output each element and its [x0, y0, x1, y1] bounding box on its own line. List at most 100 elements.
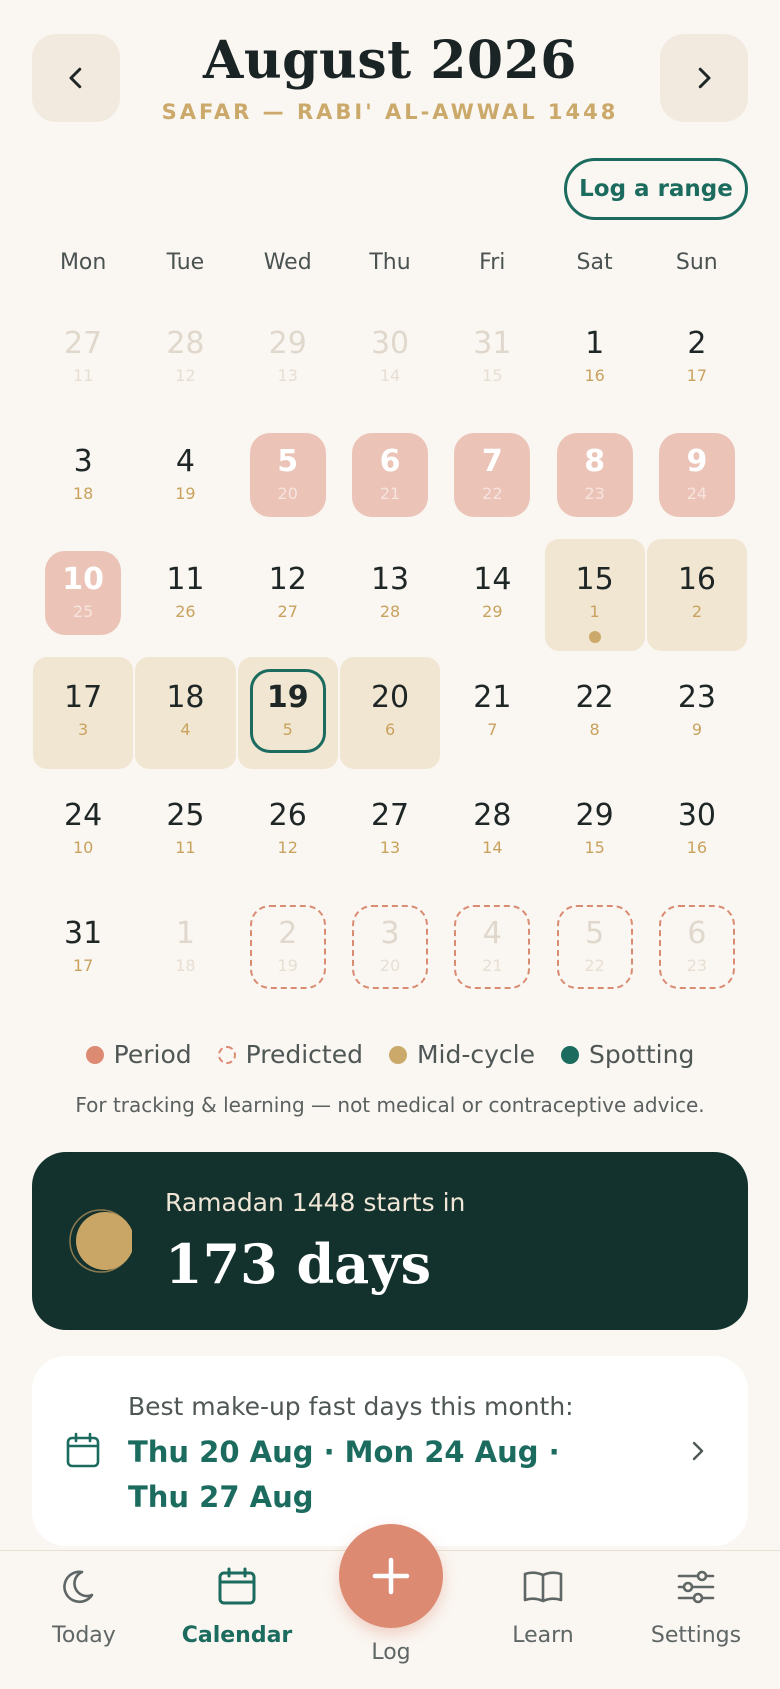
calendar-day[interactable]: 1 18 [134, 888, 236, 1006]
hijri-day-number: 28 [379, 602, 401, 621]
calendar-day[interactable]: 17 3 [32, 652, 134, 770]
calendar-day[interactable]: 5 20 [237, 416, 339, 534]
calendar-day[interactable]: 25 11 [134, 770, 236, 888]
day-number: 6 [687, 916, 707, 951]
hijri-day-number: 10 [72, 838, 94, 857]
day-chip: 14 29 [454, 551, 530, 635]
tab-calendar[interactable]: Calendar [172, 1565, 302, 1648]
calendar-day[interactable]: 14 29 [441, 534, 543, 652]
calendar-day[interactable]: 3 18 [32, 416, 134, 534]
calendar-day[interactable]: 30 16 [646, 770, 748, 888]
calendar-day[interactable]: 16 2 [646, 534, 748, 652]
tab-today[interactable]: Today [19, 1565, 149, 1648]
calendar-day[interactable]: 28 14 [441, 770, 543, 888]
calendar-day[interactable]: 15 1 [544, 534, 646, 652]
calendar-day[interactable]: 6 21 [339, 416, 441, 534]
hijri-day-number: 22 [482, 484, 503, 503]
calendar-day[interactable]: 23 9 [646, 652, 748, 770]
legend-item-predicted: Predicted [217, 1040, 363, 1069]
calendar-day[interactable]: 31 15 [441, 298, 543, 416]
day-number: 11 [166, 562, 205, 597]
hijri-day-number: 27 [277, 602, 298, 621]
day-number: 2 [687, 326, 707, 361]
calendar-day[interactable]: 12 27 [237, 534, 339, 652]
calendar-day[interactable]: 4 19 [134, 416, 236, 534]
day-chip: 15 1 [557, 551, 633, 643]
day-chip: 31 17 [45, 905, 121, 989]
calendar-day[interactable]: 217 [646, 298, 748, 416]
day-number: 24 [64, 798, 103, 833]
tab-settings[interactable]: Settings [631, 1565, 761, 1648]
day-number: 3 [380, 916, 400, 951]
weekday-label: Sat [576, 250, 613, 275]
day-number: 5 [585, 916, 605, 951]
day-chip: 3 18 [45, 433, 121, 517]
log-label: Log [371, 1640, 411, 1665]
calendar-day[interactable]: 2 19 [237, 888, 339, 1006]
calendar-day[interactable]: 5 22 [544, 888, 646, 1006]
day-number: 29 [268, 326, 307, 361]
calendar-day[interactable]: 3 20 [339, 888, 441, 1006]
calendar-day[interactable]: 28 12 [134, 298, 236, 416]
day-chip: 11 26 [147, 551, 223, 635]
day-number: 21 [473, 680, 512, 715]
spotting-dot-icon [561, 1045, 580, 1064]
hijri-day-number: 11 [72, 366, 94, 385]
period-dot-icon [85, 1045, 104, 1064]
calendar-day[interactable]: 1 16 [544, 298, 646, 416]
calendar-day[interactable]: 10 25 [32, 534, 134, 652]
calendar-day[interactable]: 8 23 [544, 416, 646, 534]
day-chip: 5 22 [556, 905, 633, 989]
hijri-day-number: 12 [277, 838, 298, 857]
calendar-day-today[interactable]: 19 5 [237, 652, 339, 770]
day-chip: 7 22 [454, 433, 531, 517]
makeup-fast-card[interactable]: Best make-up fast days this month: Thu 2… [32, 1356, 748, 1546]
calendar-day[interactable]: 31 17 [32, 888, 134, 1006]
calendar-day[interactable]: 217 [441, 652, 543, 770]
calendar-day[interactable]: 26 12 [237, 770, 339, 888]
midcycle-dot-icon [588, 631, 601, 643]
calendar-day[interactable]: 18 4 [134, 652, 236, 770]
ramadan-countdown-card[interactable]: Ramadan 1448 starts in 173 days [32, 1152, 748, 1330]
day-chip: 5 20 [249, 433, 326, 517]
calendar-day[interactable]: 24 10 [32, 770, 134, 888]
tab-label: Settings [650, 1623, 742, 1648]
day-number: 19 [266, 680, 309, 715]
calendar-week-row: 24 10 25 11 26 12 27 13 28 14 29 15 30 16 [32, 770, 748, 888]
calendar-week-row: 10 25 11 26 12 27 13 28 14 29 15 1 16 2 [32, 534, 748, 652]
hijri-day-number: 21 [482, 956, 503, 975]
calendar-day[interactable]: 20 6 [339, 652, 441, 770]
tab-label: Learn [512, 1623, 574, 1648]
hijri-day-number: 18 [72, 484, 94, 503]
hijri-day-number: 21 [379, 484, 401, 503]
calendar-day[interactable]: 27 13 [339, 770, 441, 888]
tab-label: Today [52, 1623, 116, 1648]
calendar-day[interactable]: 29 15 [544, 770, 646, 888]
day-number: 22 [575, 680, 614, 715]
calendar-day[interactable]: 11 26 [134, 534, 236, 652]
day-number: 30 [677, 798, 717, 833]
calendar-day[interactable]: 22 8 [544, 652, 646, 770]
log-range-button[interactable]: Log a range [564, 158, 748, 220]
calendar-day[interactable]: 27 11 [32, 298, 134, 416]
calendar-day[interactable]: 9 24 [646, 416, 748, 534]
day-chip: 19 5 [249, 669, 326, 753]
day-chip: 29 15 [557, 787, 633, 871]
day-chip: 27 13 [352, 787, 428, 871]
calendar-day[interactable]: 13 28 [339, 534, 441, 652]
calendar-day[interactable]: 29 13 [237, 298, 339, 416]
calendar-day[interactable]: 4 21 [441, 888, 543, 1006]
day-chip: 217 [454, 669, 530, 753]
plus-icon [372, 1557, 410, 1595]
hijri-day-number: 15 [482, 366, 503, 385]
next-month-button[interactable] [660, 34, 748, 122]
tab-learn[interactable]: Learn [478, 1565, 608, 1648]
hijri-day-number: 24 [686, 484, 708, 503]
calendar-day[interactable]: 7 22 [441, 416, 543, 534]
log-fab-button[interactable] [339, 1524, 443, 1628]
day-chip: 30 16 [659, 787, 735, 871]
calendar-day[interactable]: 30 14 [339, 298, 441, 416]
weekday-label: Mon [59, 250, 107, 275]
day-number: 1 [175, 916, 195, 951]
calendar-day[interactable]: 6 23 [646, 888, 748, 1006]
